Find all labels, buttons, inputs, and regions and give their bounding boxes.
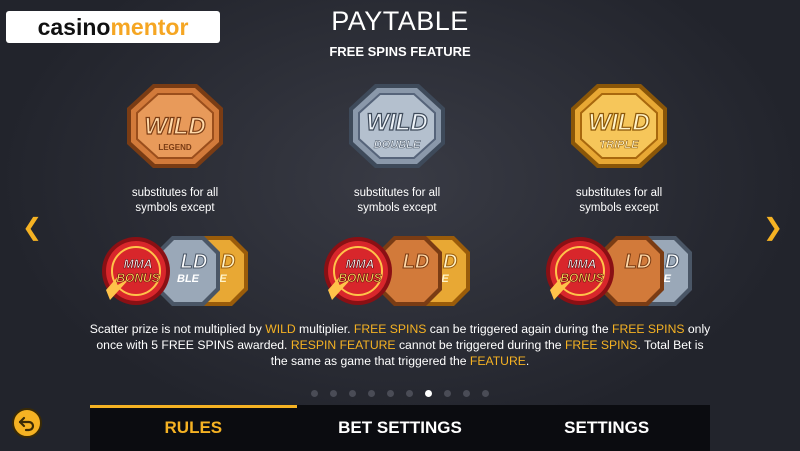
wild-double-word: WILD (366, 109, 427, 136)
symbol-column-wild-triple: WILD TRIPLE substitutes for all symbols … (519, 82, 719, 308)
wild-legend-sub: LEGEND (158, 143, 192, 152)
desc-line-1: substitutes for all (353, 187, 441, 199)
bonus-bottom: BONUS (116, 271, 159, 285)
page-dot[interactable] (368, 389, 375, 397)
desc-line-2: symbols except (357, 202, 437, 214)
page-dot[interactable] (349, 389, 356, 397)
card-label: LD (625, 251, 652, 273)
text-segment: multiplier. (295, 322, 354, 336)
page-dot[interactable] (387, 389, 394, 397)
bonus-bottom: BONUS (338, 271, 381, 285)
back-button[interactable] (12, 408, 42, 438)
symbol-column-wild-double: WILD DOUBLE substitutes for all symbols … (297, 82, 497, 308)
page-dot[interactable] (406, 389, 413, 397)
wild-triple-word: WILD (588, 109, 649, 136)
text-segment: Scatter prize is not multiplied by (89, 322, 266, 336)
back-arrow-icon (18, 416, 35, 432)
highlight-wild: WILD (265, 322, 296, 336)
text-segment: cannot be triggered during the (395, 338, 565, 352)
wild-double-icon: WILD DOUBLE (347, 82, 447, 170)
highlight-free-spins: FREE SPINS (612, 322, 685, 336)
card-label: BLE (177, 273, 200, 285)
text-segment: . (525, 354, 530, 368)
chevron-right-icon[interactable]: ❯ (763, 213, 783, 241)
bonus-bottom: BONUS (560, 271, 603, 285)
highlight-respin-feature: RESPIN FEATURE (290, 338, 396, 352)
chevron-left-icon[interactable]: ❮ (22, 213, 42, 241)
tab-settings[interactable]: SETTINGS (503, 405, 710, 451)
page-dot[interactable] (463, 389, 470, 397)
wild-double-sub: DOUBLE (374, 139, 421, 151)
page-indicator (311, 388, 489, 398)
free-spins-rules-text: Scatter prize is not multiplied by WILD … (88, 321, 712, 369)
desc-line-1: substitutes for all (131, 187, 219, 199)
mma-bonus-icon: MMA BONUS (324, 237, 392, 305)
wild-triple-description: substitutes for all symbols except (519, 186, 719, 216)
card-label: LD (181, 251, 208, 273)
text-segment: can be triggered again during the (426, 322, 613, 336)
page-dot[interactable] (444, 389, 451, 397)
desc-line-2: symbols except (135, 202, 215, 214)
page-dot[interactable] (425, 389, 432, 397)
symbol-column-wild-legend: WILD LEGEND substitutes for all symbols … (75, 82, 275, 308)
bonus-top: MMA (346, 257, 375, 271)
wild-double-description: substitutes for all symbols except (297, 186, 497, 216)
excluded-symbols-stack: PLE LD BLE LD MMA BONUS (100, 234, 250, 308)
mma-bonus-icon: MMA BONUS (546, 237, 614, 305)
highlight-free-spins: FREE SPINS (564, 338, 638, 352)
page-dot[interactable] (482, 389, 489, 397)
page-dot[interactable] (311, 389, 318, 397)
wild-triple-sub: TRIPLE (599, 139, 639, 151)
bonus-top: MMA (124, 257, 153, 271)
excluded-symbols-stack: PLE LD LD MMA BONUS (322, 234, 472, 308)
bottom-tab-bar: RULES BET SETTINGS SETTINGS (90, 405, 710, 451)
excluded-symbols-stack: BLE LD LD MMA BONUS (544, 234, 694, 308)
tab-rules[interactable]: RULES (90, 405, 297, 451)
page-dot[interactable] (330, 389, 337, 397)
wild-legend-word: WILD (144, 113, 205, 140)
bonus-top: MMA (568, 257, 597, 271)
desc-line-2: symbols except (579, 202, 659, 214)
wild-triple-icon: WILD TRIPLE (569, 82, 669, 170)
highlight-feature: FEATURE (469, 354, 526, 368)
wild-legend-description: substitutes for all symbols except (75, 186, 275, 216)
page-title: PAYTABLE (331, 6, 469, 36)
tab-bet-settings[interactable]: BET SETTINGS (297, 405, 504, 451)
highlight-free-spins: FREE SPINS (353, 322, 427, 336)
section-subtitle: FREE SPINS FEATURE (329, 44, 471, 59)
card-label: LD (403, 251, 430, 273)
desc-line-1: substitutes for all (575, 187, 663, 199)
mma-bonus-icon: MMA BONUS (102, 237, 170, 305)
wild-legend-icon: WILD LEGEND (125, 82, 225, 170)
